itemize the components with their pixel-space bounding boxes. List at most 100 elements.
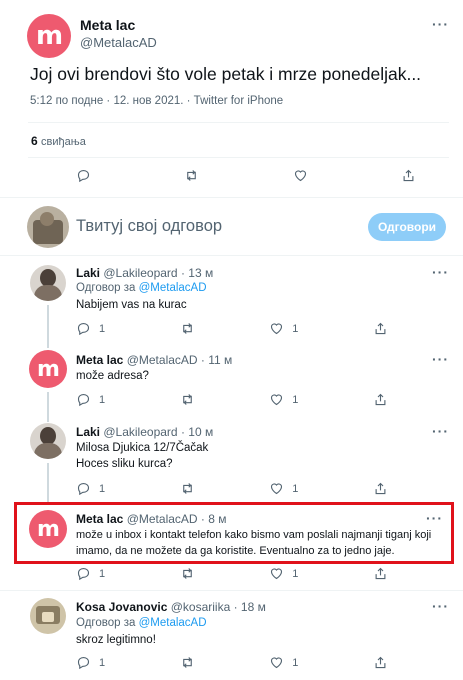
like-icon[interactable]: 1 [269,321,298,336]
reply-to-prefix: Одговор за [76,617,136,629]
more-options-icon[interactable]: ··· [432,423,449,439]
reply-avatar[interactable]: m [29,510,67,548]
reply-author-handle[interactable]: @Lakileopard [103,425,177,439]
share-icon[interactable] [373,321,388,336]
main-action-bar [76,168,416,183]
reply-count: 1 [99,656,106,669]
likes-count: 6 [31,134,38,148]
like-icon[interactable]: 1 [269,655,298,670]
like-count: 1 [292,656,299,669]
more-options-icon[interactable]: ··· [432,264,449,280]
reply-to-prefix: Одговор за [76,282,136,294]
reply-text: Nabijem vas na kurac [76,299,187,311]
reply-timestamp[interactable]: · 11 м [201,353,232,367]
reply-to-handle[interactable]: @MetalacAD [139,617,207,629]
reply-icon[interactable] [76,168,91,183]
share-icon[interactable] [373,566,388,581]
retweet-icon[interactable] [180,321,195,336]
metalac-logo-mark: m [37,356,60,382]
reply-author-handle[interactable]: @MetalacAD [127,512,198,526]
reply-timestamp[interactable]: · 13 м [181,266,213,280]
retweet-icon[interactable] [180,392,195,407]
like-icon[interactable]: 1 [269,481,298,496]
share-icon[interactable] [373,655,388,670]
reply-author-name[interactable]: Laki [76,266,100,280]
reply-icon[interactable]: 1 [76,321,105,336]
author-name[interactable]: Meta lac [80,17,135,33]
reply-header: Laki @Lakileopard · 13 м [76,266,213,280]
reply-author-name[interactable]: Kosa Jovanovic [76,600,167,614]
reply-action-bar: 1 1 [76,481,388,496]
reply-avatar[interactable] [30,265,66,301]
reply-count: 1 [99,567,106,580]
reply-header: Meta lac @MetalacAD · 11 м [76,353,232,367]
reply-button[interactable]: Одговори [368,213,446,241]
more-options-icon[interactable]: ··· [432,16,449,32]
like-icon[interactable]: 1 [269,566,298,581]
like-count: 1 [292,393,299,406]
reply-timestamp[interactable]: · 8 м [201,512,227,526]
tweet-thread-page: m Meta lac @MetalacAD ··· Joj ovi brendo… [0,0,463,680]
reply-action-bar: 1 1 [76,392,388,407]
divider [28,157,449,158]
divider [0,197,463,198]
reply-author-name[interactable]: Meta lac [76,512,123,526]
reply-count: 1 [99,322,106,335]
reply-to-handle[interactable]: @MetalacAD [139,282,207,294]
divider [0,255,463,256]
likes-label: свиђања [41,136,86,148]
reply-timestamp[interactable]: · 18 м [234,600,266,614]
reply-icon[interactable]: 1 [76,481,105,496]
reply-text: može u inbox i kontakt telefon kako bism… [76,529,432,541]
metalac-logo-mark: m [35,21,63,51]
reply-author-handle[interactable]: @kosariika [171,600,231,614]
divider [0,590,463,591]
like-icon[interactable] [293,168,308,183]
reply-action-bar: 1 1 [76,655,388,670]
share-icon[interactable] [373,392,388,407]
reply-action-bar: 1 1 [76,321,388,336]
reply-text: Hoces sliku kurca? [76,458,173,470]
compose-input[interactable]: Твитуј свој одговор [76,217,222,236]
reply-author-handle[interactable]: @MetalacAD [127,353,198,367]
reply-timestamp[interactable]: · 10 м [181,425,213,439]
reply-author-name[interactable]: Meta lac [76,353,123,367]
reply-icon[interactable]: 1 [76,392,105,407]
retweet-icon[interactable] [180,655,195,670]
tweet-text: Joj ovi brendovi što vole petak i mrze p… [30,64,422,84]
reply-author-handle[interactable]: @Lakileopard [103,266,177,280]
compose-avatar [27,206,69,248]
share-icon[interactable] [401,168,416,183]
reply-header: Laki @Lakileopard · 10 м [76,425,213,439]
reply-avatar[interactable] [30,423,66,459]
reply-count: 1 [99,482,106,495]
retweet-icon[interactable] [184,168,199,183]
thread-line [47,392,49,422]
reply-icon[interactable]: 1 [76,566,105,581]
more-options-icon[interactable]: ··· [432,351,449,367]
author-avatar[interactable]: m [27,14,71,58]
reply-text: imamo, da ne možete da ga koristite. Eve… [76,545,395,557]
reply-header: Meta lac @MetalacAD · 8 м [76,512,227,526]
like-count: 1 [292,482,299,495]
reply-author-name[interactable]: Laki [76,425,100,439]
metalac-logo-mark: m [37,516,60,542]
like-icon[interactable]: 1 [269,392,298,407]
reply-to-line: Одговор за @MetalacAD [76,617,207,629]
share-icon[interactable] [373,481,388,496]
like-count: 1 [292,567,299,580]
author-handle[interactable]: @MetalacAD [80,35,157,50]
reply-text: Milosa Djukica 12/7Čačak [76,442,209,454]
reply-to-line: Одговор за @MetalacAD [76,282,207,294]
retweet-icon[interactable] [180,566,195,581]
retweet-icon[interactable] [180,481,195,496]
reply-header: Kosa Jovanovic @kosariika · 18 м [76,600,266,614]
reply-text: skroz legitimno! [76,634,156,646]
likes-stat[interactable]: 6 свиђања [31,134,86,148]
more-options-icon[interactable]: ··· [432,598,449,614]
reply-avatar[interactable]: m [29,350,67,388]
tweet-meta: 5:12 по подне · 12. нов 2021. · Twitter … [30,95,284,107]
reply-avatar[interactable] [30,598,66,634]
reply-icon[interactable]: 1 [76,655,105,670]
more-options-icon[interactable]: ··· [426,510,443,526]
